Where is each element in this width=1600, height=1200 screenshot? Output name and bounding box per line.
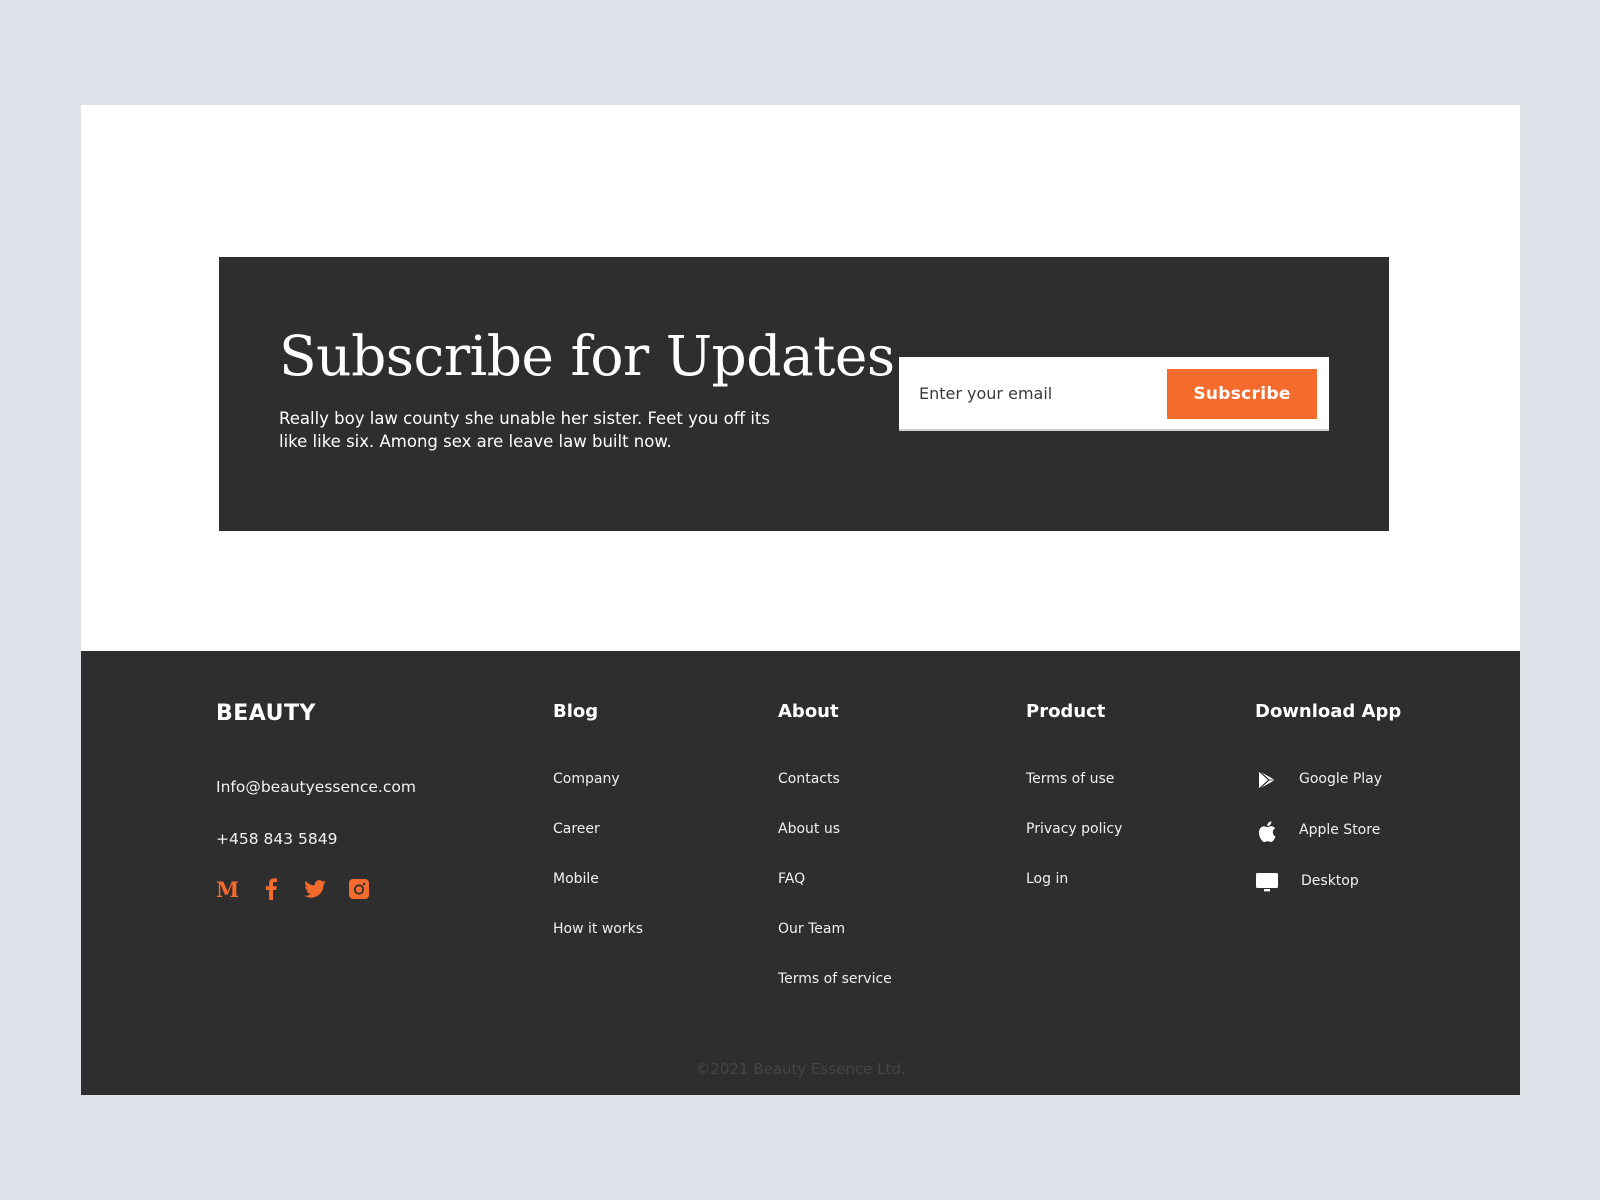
subscribe-description: Really boy law county she unable her sis… [279,409,770,451]
footer-column-download: Download App Google Play Apple Store Des… [1255,701,1401,924]
subscribe-button[interactable]: Subscribe [1167,369,1317,419]
column-title-about: About [778,701,839,722]
footer-link[interactable]: Contacts [778,771,892,821]
app-label: Apple Store [1299,822,1381,838]
footer-link[interactable]: FAQ [778,871,892,921]
footer-link[interactable]: How it works [553,921,643,971]
desktop-icon [1255,871,1279,893]
page-card: Subscribe for Updates Really boy law cou… [81,105,1520,1095]
footer-link[interactable]: Career [553,821,643,871]
footer-link[interactable]: Terms of service [778,971,892,1021]
subscribe-title: Subscribe for Updates [279,324,895,388]
contact-phone[interactable]: +458 843 5849 [216,830,337,848]
footer: BEAUTY Info@beautyessence.com +458 843 5… [81,651,1520,1095]
contact-email[interactable]: Info@beautyessence.com [216,778,416,796]
footer-link[interactable]: Our Team [778,921,892,971]
app-label: Desktop [1301,873,1359,889]
medium-icon[interactable]: M [216,878,238,900]
footer-column-product: Product Terms of use Privacy policy Log … [1026,701,1122,921]
footer-link[interactable]: Privacy policy [1026,821,1122,871]
footer-link[interactable]: Mobile [553,871,643,921]
brand-logo[interactable]: BEAUTY [216,701,316,726]
footer-link[interactable]: Log in [1026,871,1122,921]
footer-column-blog: Blog Company Career Mobile How it works [553,701,643,971]
footer-link[interactable]: About us [778,821,892,871]
footer-link[interactable]: Terms of use [1026,771,1122,821]
subscribe-banner: Subscribe for Updates Really boy law cou… [219,257,1389,531]
copyright: ©2021 Beauty Essence Ltd. [695,1060,906,1078]
column-title-blog: Blog [553,701,599,722]
download-google-play[interactable]: Google Play [1255,769,1401,822]
footer-column-about: About Contacts About us FAQ Our Team Ter… [778,701,892,1021]
footer-link[interactable]: Company [553,771,643,821]
download-apple-store[interactable]: Apple Store [1255,820,1401,873]
twitter-icon[interactable] [304,878,326,900]
email-input[interactable] [899,357,1169,429]
svg-text:M: M [216,880,238,898]
apple-icon [1255,820,1279,842]
instagram-icon[interactable] [348,878,370,900]
app-label: Google Play [1299,771,1383,787]
social-links: M [216,878,392,900]
column-title-product: Product [1026,701,1106,722]
subscribe-form: Subscribe [899,357,1329,431]
column-title-download: Download App [1255,701,1402,722]
download-desktop[interactable]: Desktop [1255,871,1401,924]
google-play-icon [1255,769,1279,791]
facebook-icon[interactable] [260,878,282,900]
